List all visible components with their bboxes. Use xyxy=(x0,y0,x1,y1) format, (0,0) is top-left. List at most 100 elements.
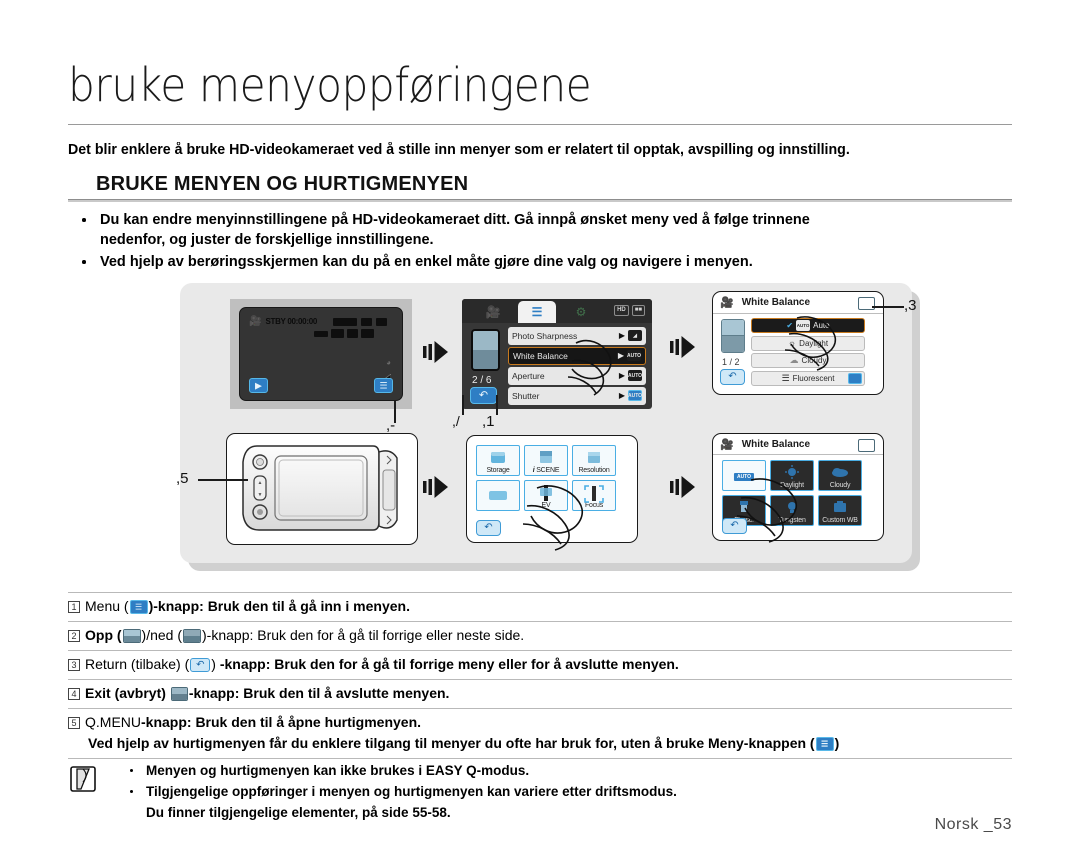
white-balance-panel: 🎥 White Balance 1 / 2 ↶ ✔ AUTO Auto ☼ Da… xyxy=(712,291,884,395)
exit-icon xyxy=(170,687,188,701)
legend-line: 5 Q.MENU-knapp: Bruk den til å åpne hurti… xyxy=(68,712,1012,733)
lcd-badge-icon xyxy=(333,317,357,326)
quick-cell-resolution[interactable]: Resolution xyxy=(572,445,616,476)
resolution-icon xyxy=(584,450,604,471)
storage-icon xyxy=(488,450,508,471)
wb-return-button[interactable]: ↶ xyxy=(720,369,745,385)
legend-pre: Return (tilbake) ( xyxy=(85,656,190,672)
flow-arrow-3 xyxy=(423,475,449,499)
lcd-size-icon xyxy=(347,329,358,338)
section-heading: BRUKE MENYEN OG HURTIGMENYEN xyxy=(96,173,469,195)
legend-sub-text: Ved hjelp av hurtigmenyen får du enklere… xyxy=(88,735,815,751)
menu-item-label: Aperture xyxy=(512,370,545,381)
hd-badge: HD xyxy=(614,305,629,316)
wb-quick-cell-custom[interactable]: Custom WB xyxy=(818,495,862,526)
up-icon xyxy=(473,331,498,350)
page-footer: Norsk _53 xyxy=(934,816,1012,833)
bullet-dot-icon xyxy=(130,790,133,793)
gear-icon: ⚙ xyxy=(575,305,587,319)
up-icon xyxy=(722,320,744,336)
lcd-mode-icon xyxy=(314,330,328,337)
lcd-storage-icon xyxy=(361,329,374,338)
tab-record[interactable]: 🎥 xyxy=(474,301,512,323)
custom-wb-icon xyxy=(831,500,849,519)
note-item: Tilgjengelige oppføringer i menyen og hu… xyxy=(126,781,677,802)
wb-quick-exit-button[interactable] xyxy=(858,439,875,452)
camcorder-icon: 🎥 xyxy=(485,305,501,319)
step-number: 3 xyxy=(68,659,80,671)
wb-quick-title: White Balance xyxy=(741,438,811,450)
legend-post: )-knapp: Bruk den for å gå til forrige e… xyxy=(202,627,525,643)
wb-exit-button[interactable] xyxy=(858,297,875,310)
note-content: Menyen og hurtigmenyen kan ikke brukes i… xyxy=(126,760,677,823)
callout-5: ,5 xyxy=(176,470,189,487)
wb-quick-header: 🎥 White Balance xyxy=(713,434,883,455)
bullet-dot-icon xyxy=(82,218,86,222)
svg-text:▲: ▲ xyxy=(258,480,263,486)
legend-subline: Ved hjelp av hurtigmenyen får du enklere… xyxy=(68,733,1012,754)
quick-menu-panel: Storage i SCENE Resolution EV Focus ↶ xyxy=(466,435,638,551)
menu-tab-bar: 🎥 ☰ ⚙ HD ■■ xyxy=(462,299,652,323)
callout-leader-5 xyxy=(198,479,248,481)
step-number: 5 xyxy=(68,717,80,729)
section-divider xyxy=(68,199,1012,202)
note-text: Tilgjengelige oppføringer i menyen og hu… xyxy=(146,784,677,799)
note-icon xyxy=(70,766,96,792)
lcd-status-row-2 xyxy=(314,329,374,338)
tab-settings[interactable]: ⚙ xyxy=(562,301,600,323)
menu-return-button[interactable]: ↶ xyxy=(470,387,497,404)
quick-menu-return-button[interactable]: ↶ xyxy=(476,520,501,536)
note-continuation: Du finner tilgjengelige elementer, på si… xyxy=(146,805,451,820)
menu-icon xyxy=(815,737,834,751)
bullet-text: Ved hjelp av berøringsskjermen kan du på… xyxy=(100,254,753,270)
bullet-item: Ved hjelp av berøringsskjermen kan du på… xyxy=(74,252,1034,272)
legend-line: 1Menu ()-knapp: Bruk den til å gå inn i … xyxy=(68,596,1012,617)
bullet-item: Du kan endre menyinnstillingene på HD-vi… xyxy=(74,210,1034,250)
white-balance-icon xyxy=(487,489,509,507)
note-item: Menyen og hurtigmenyen kan ikke brukes i… xyxy=(126,760,677,781)
legend-bold: -knapp: Bruk den for å gå til forrige me… xyxy=(215,656,679,672)
camcorder-illustration: ▲ ▼ xyxy=(226,433,418,545)
wb-title: White Balance xyxy=(741,297,811,308)
quick-cell-storage[interactable]: Storage xyxy=(476,445,520,476)
intro-text: Det blir enklere å bruke HD-videokamerae… xyxy=(68,142,850,158)
return-icon: ↶ xyxy=(728,371,737,382)
step-number: 2 xyxy=(68,630,80,642)
down-icon xyxy=(473,350,498,369)
camera-lcd-frame: 🎥 STBY 00:00:00 ◕ ▶ ☰ xyxy=(230,299,412,409)
svg-text:▼: ▼ xyxy=(258,492,263,498)
quick-cell-scene[interactable]: i SCENE xyxy=(524,445,568,476)
lcd-play-button[interactable]: ▶ xyxy=(249,378,268,393)
legend-line: 2 Opp ()/ned ()-knapp: Bruk den for å gå … xyxy=(68,625,1012,646)
callout-leader-3 xyxy=(872,306,904,308)
menu-item-label: White Balance xyxy=(513,350,568,361)
legend-row-1: 1Menu ()-knapp: Bruk den til å gå inn i … xyxy=(68,592,1012,622)
camcorder-icon: 🎥 xyxy=(720,438,734,451)
quick-cell-white-balance[interactable] xyxy=(476,480,520,511)
hand-pointer-icon xyxy=(523,485,583,551)
menu-page-indicator: 2 / 6 xyxy=(472,375,492,386)
wb-quick-cell-cloudy[interactable]: Cloudy xyxy=(818,460,862,491)
lcd-antishake-icon: ◕ xyxy=(386,358,391,367)
wb-updown-button[interactable] xyxy=(721,319,745,353)
cloud-icon xyxy=(830,465,850,484)
callout-1: ,1 xyxy=(482,413,495,430)
menu-updown-button[interactable] xyxy=(471,329,500,371)
down-icon xyxy=(722,336,744,352)
legend-line: 3Return (tilbake) () -knapp: Bruk den fo… xyxy=(68,654,1012,675)
bullet-dot-icon xyxy=(82,260,86,264)
lcd-status-text: STBY 00:00:00 xyxy=(265,317,317,326)
lcd-battery-icon xyxy=(376,317,387,326)
lcd-menu-button[interactable]: ☰ xyxy=(374,378,393,393)
wb-quick-menu-panel: 🎥 White Balance AUTO Daylight Cloudy Tun… xyxy=(712,433,884,543)
manual-page: bruke menyoppføringene Det blir enklere … xyxy=(0,0,1080,866)
callout-leader-1 xyxy=(496,395,498,415)
step-number: 4 xyxy=(68,688,80,700)
tab-menu[interactable]: ☰ xyxy=(518,301,556,323)
menu-screen-panel: 🎥 ☰ ⚙ HD ■■ 2 / 6 ↶ Photo Sharpness ▶ ◢ … xyxy=(462,299,652,409)
step-number: 1 xyxy=(68,601,80,613)
legend-pre: Exit (avbryt) xyxy=(85,685,170,701)
menu-item-label: Shutter xyxy=(512,390,540,401)
menu-icon: ☰ xyxy=(531,305,543,319)
page-title: bruke menyoppføringene xyxy=(68,58,592,112)
